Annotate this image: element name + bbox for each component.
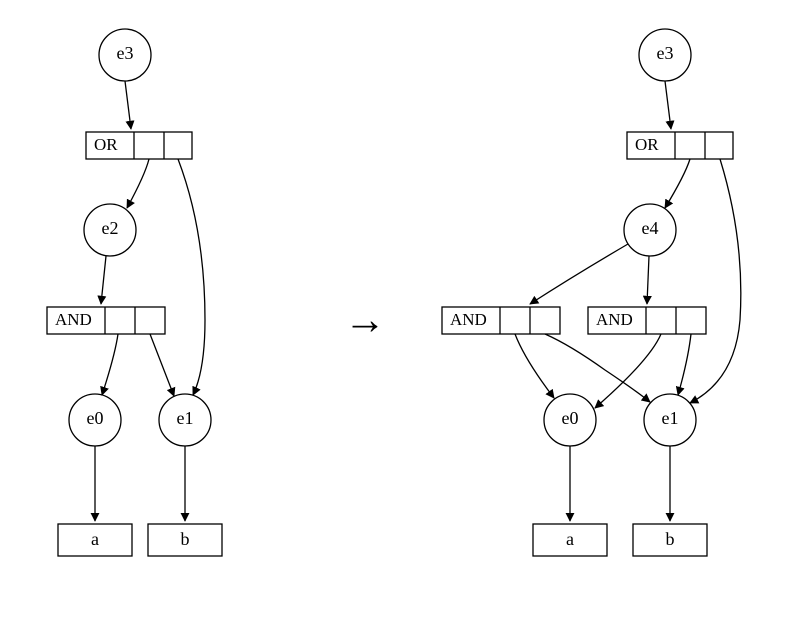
edge-or-e1 (178, 159, 205, 395)
edge-and-e1 (150, 334, 174, 396)
edge-e4-andR (647, 256, 649, 304)
and-right-node: AND (588, 307, 706, 334)
label-a-r: a (566, 529, 574, 549)
label-e0-r: e0 (562, 408, 579, 428)
label-e4: e4 (642, 218, 659, 238)
edge-e3-or-r (665, 81, 671, 129)
label-e0: e0 (87, 408, 104, 428)
or-label-r: OR (635, 135, 659, 154)
transform-arrow-icon: → (344, 298, 386, 344)
edge-e3-or (125, 81, 131, 129)
and-label: AND (55, 310, 92, 329)
edge-andR-e1 (678, 334, 691, 395)
label-e3: e3 (117, 43, 134, 63)
label-e1-r: e1 (662, 408, 679, 428)
label-e1: e1 (177, 408, 194, 428)
label-b: b (181, 529, 190, 549)
or-node-r: OR (627, 132, 733, 159)
edge-e2-and (101, 256, 106, 304)
label-e2: e2 (102, 218, 119, 238)
edge-andL-e0 (515, 334, 554, 398)
edge-andR-e0 (595, 334, 661, 408)
edge-or-e1-r (690, 159, 741, 403)
edge-and-e0 (102, 334, 118, 395)
or-node: OR (86, 132, 192, 159)
diagram: e3 OR e2 AND e0 e1 a b (0, 0, 800, 622)
edge-or-e2 (127, 159, 149, 208)
and-node: AND (47, 307, 165, 334)
label-e3-r: e3 (657, 43, 674, 63)
label-a: a (91, 529, 99, 549)
and-left-node: AND (442, 307, 560, 334)
left-graph: e3 OR e2 AND e0 e1 a b (47, 29, 222, 556)
and-right-label: AND (596, 310, 633, 329)
right-graph: e3 OR e4 AND AND e0 e1 (442, 29, 741, 556)
label-b-r: b (666, 529, 675, 549)
edge-e4-andL (530, 244, 628, 304)
edge-andL-e1 (545, 334, 650, 402)
edge-or-e4 (665, 159, 690, 208)
and-left-label: AND (450, 310, 487, 329)
or-label: OR (94, 135, 118, 154)
